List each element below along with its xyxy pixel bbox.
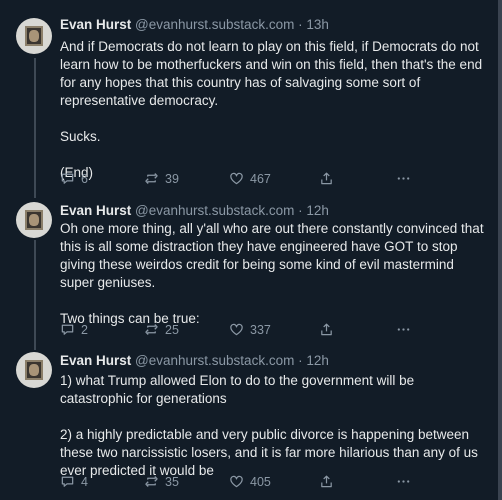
author-name[interactable]: Evan Hurst <box>60 17 131 32</box>
more-button[interactable] <box>396 474 411 489</box>
post-text: And if Democrats do not learn to play on… <box>60 38 485 182</box>
post-paragraph: Oh one more thing, all y'all who are out… <box>60 221 484 290</box>
author-name[interactable]: Evan Hurst <box>60 203 131 218</box>
like-count: 467 <box>250 171 271 186</box>
like-icon <box>230 475 243 488</box>
repost-count: 39 <box>165 171 179 186</box>
repost-count: 25 <box>165 322 179 337</box>
reply-count: 4 <box>81 474 88 489</box>
post-text: Oh one more thing, all y'all who are out… <box>60 220 485 328</box>
avatar[interactable] <box>16 18 52 54</box>
post-actions: 4 35 405 <box>60 474 460 490</box>
like-button[interactable]: 405 <box>229 474 271 489</box>
post-text: 1) what Trump allowed Elon to do to the … <box>60 372 485 480</box>
reply-icon <box>61 476 74 487</box>
repost-icon <box>145 476 158 487</box>
reply-icon <box>61 324 74 335</box>
more-icon <box>397 177 410 180</box>
repost-icon <box>145 324 158 335</box>
avatar[interactable] <box>16 352 52 388</box>
author-name[interactable]: Evan Hurst <box>60 353 131 368</box>
like-count: 405 <box>250 474 271 489</box>
post-paragraph: 2) a highly predictable and very public … <box>60 427 478 478</box>
share-button[interactable] <box>319 171 334 186</box>
post-header: Evan Hurst @evanhurst.substack.com · 12h <box>60 353 329 368</box>
author-handle[interactable]: @evanhurst.substack.com <box>135 203 294 218</box>
share-icon <box>321 323 332 336</box>
avatar[interactable] <box>16 202 52 238</box>
repost-button[interactable]: 25 <box>144 322 179 337</box>
author-handle[interactable]: @evanhurst.substack.com <box>135 17 294 32</box>
more-button[interactable] <box>396 322 411 337</box>
post-time[interactable]: 12h <box>306 203 329 218</box>
post[interactable]: Evan Hurst @evanhurst.substack.com · 13h… <box>0 0 498 200</box>
repost-button[interactable]: 39 <box>144 171 179 186</box>
separator-dot: · <box>298 203 303 218</box>
post-header: Evan Hurst @evanhurst.substack.com · 12h <box>60 203 329 218</box>
reply-icon <box>61 173 74 184</box>
reply-button[interactable]: 2 <box>60 322 88 337</box>
scrollbar-edge[interactable] <box>498 0 502 500</box>
more-icon <box>397 480 410 483</box>
reply-button[interactable]: 4 <box>60 474 88 489</box>
share-button[interactable] <box>319 322 334 337</box>
reply-count: 2 <box>81 322 88 337</box>
like-icon <box>230 172 243 185</box>
post-time[interactable]: 13h <box>306 17 329 32</box>
post[interactable]: Evan Hurst @evanhurst.substack.com · 12h… <box>0 200 498 348</box>
like-button[interactable]: 467 <box>229 171 271 186</box>
share-icon <box>321 172 332 185</box>
post-actions: 2 25 337 <box>60 322 460 338</box>
post-time[interactable]: 12h <box>306 353 329 368</box>
reply-button[interactable]: 6 <box>60 171 88 186</box>
post-paragraph: Sucks. <box>60 129 101 144</box>
reply-count: 6 <box>81 171 88 186</box>
like-button[interactable]: 337 <box>229 322 271 337</box>
separator-dot: · <box>298 353 303 368</box>
like-icon <box>230 323 243 336</box>
separator-dot: · <box>298 17 303 32</box>
more-icon <box>397 328 410 331</box>
like-count: 337 <box>250 322 271 337</box>
post-paragraph: And if Democrats do not learn to play on… <box>60 39 483 108</box>
repost-button[interactable]: 35 <box>144 474 179 489</box>
share-button[interactable] <box>319 474 334 489</box>
post-header: Evan Hurst @evanhurst.substack.com · 13h <box>60 17 329 32</box>
more-button[interactable] <box>396 171 411 186</box>
post-actions: 6 39 467 <box>60 171 460 187</box>
author-handle[interactable]: @evanhurst.substack.com <box>135 353 294 368</box>
post-paragraph: 1) what Trump allowed Elon to do to the … <box>60 373 415 406</box>
repost-icon <box>145 173 158 184</box>
share-icon <box>321 475 332 488</box>
repost-count: 35 <box>165 474 179 489</box>
post[interactable]: Evan Hurst @evanhurst.substack.com · 12h… <box>0 348 498 500</box>
